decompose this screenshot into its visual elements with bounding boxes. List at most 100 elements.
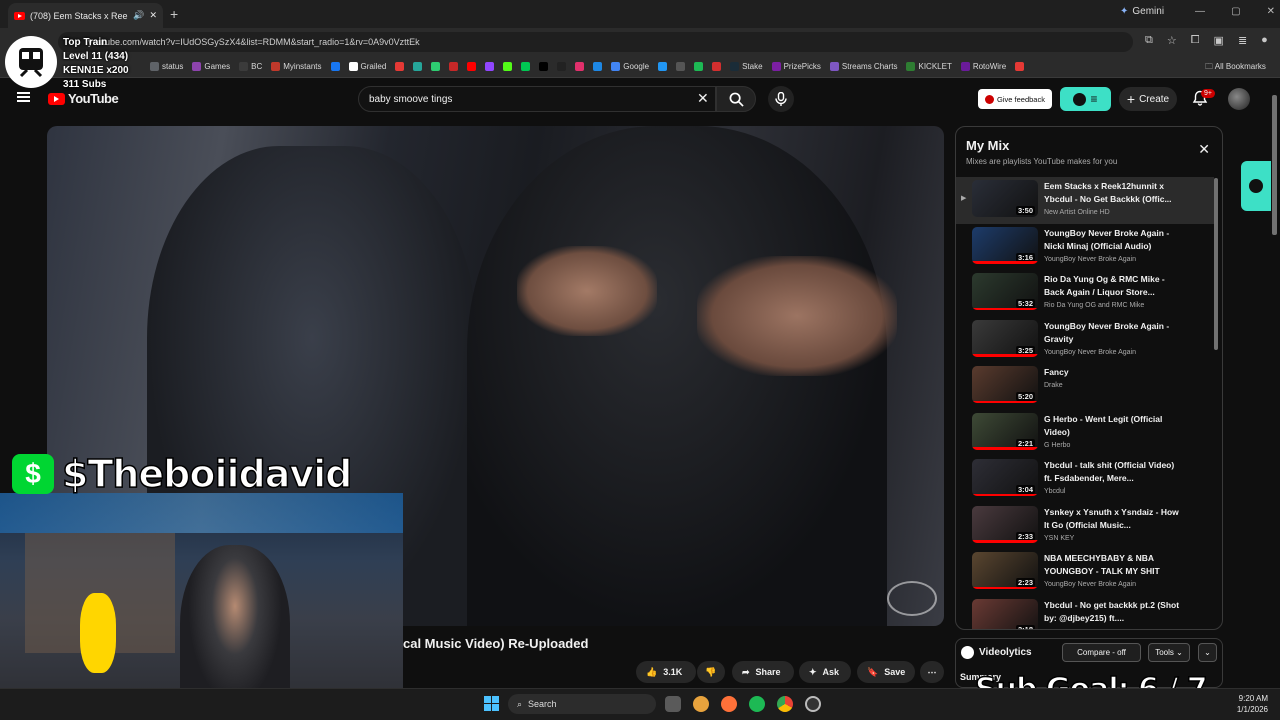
bookmark-item[interactable] xyxy=(593,62,603,71)
bookmark-item[interactable]: status xyxy=(150,62,183,71)
bookmark-item[interactable]: Streams Charts xyxy=(829,62,897,71)
address-bar[interactable]: youtube.com/watch?v=IUdOSGySzX4&list=RDM… xyxy=(58,32,1133,52)
videolytics-logo: Videolytics xyxy=(961,646,1032,659)
taskbar-search[interactable]: ⌕ Search xyxy=(508,694,656,714)
speaker-icon[interactable]: 🔊 xyxy=(133,10,144,21)
videolytics-side-button[interactable] xyxy=(1241,161,1271,211)
maximize-icon[interactable]: ▢ xyxy=(1231,6,1240,17)
bookmark-item[interactable]: Games xyxy=(192,62,230,71)
bookmark-item[interactable] xyxy=(330,62,340,71)
close-window-icon[interactable]: ✕ xyxy=(1267,6,1275,17)
account-avatar[interactable] xyxy=(1228,88,1250,110)
hype-train-widget: Top Train Level 11 (434) KENN1E x200 311… xyxy=(5,36,129,92)
firefox-icon[interactable] xyxy=(721,696,737,712)
bookmark-item[interactable]: Google xyxy=(611,62,649,71)
bookmark-item[interactable] xyxy=(431,62,441,71)
video-thumbnail: 2:23 xyxy=(972,552,1038,589)
clear-search-icon[interactable]: ✕ xyxy=(697,90,709,107)
install-app-icon[interactable]: ⧉ xyxy=(1145,34,1153,47)
bookmark-item[interactable]: KICKLET xyxy=(906,62,952,71)
like-button[interactable]: 👍 3.1K xyxy=(636,661,696,683)
voice-search-button[interactable] xyxy=(768,86,794,112)
gemini-button[interactable]: ✦ Gemini xyxy=(1120,6,1164,17)
mix-list-item[interactable]: 2:33 Ysnkey x Ysnuth x Ysndaiz - How It G… xyxy=(956,503,1214,550)
give-feedback-button[interactable]: Give feedback xyxy=(978,89,1052,109)
mix-list-item[interactable]: 5:32 Rio Da Yung Og & RMC Mike - Back Aga… xyxy=(956,270,1214,317)
save-button[interactable]: 🔖 Save xyxy=(857,661,915,683)
videolytics-toggle-button[interactable]: ≡ xyxy=(1060,87,1111,111)
ask-button[interactable]: ✦ Ask xyxy=(799,661,851,683)
profile-icon[interactable]: ● xyxy=(1261,34,1268,47)
youtube-logo[interactable]: YouTube xyxy=(48,91,119,106)
file-explorer-icon[interactable] xyxy=(693,696,709,712)
create-button[interactable]: + Create xyxy=(1119,87,1177,111)
more-actions-button[interactable]: ⋯ xyxy=(920,661,944,683)
bookmark-favicon-icon xyxy=(239,62,249,71)
mix-item-channel: YSN KEY xyxy=(1044,534,1075,542)
page-scrollbar[interactable] xyxy=(1272,95,1277,235)
bookmark-item[interactable]: BC xyxy=(239,62,262,71)
hamburger-menu-icon[interactable] xyxy=(17,92,30,102)
side-panel-icon[interactable]: ▣ xyxy=(1214,34,1224,47)
collapse-panel-button[interactable]: ⌄ xyxy=(1198,643,1217,662)
mix-item-channel: Drake xyxy=(1044,382,1063,389)
train-icon xyxy=(5,36,57,88)
bookmark-favicon-icon xyxy=(658,62,668,71)
bookmark-item[interactable] xyxy=(539,62,549,71)
all-bookmarks-button[interactable]: 🗀 All Bookmarks xyxy=(1205,61,1266,75)
bookmark-item[interactable] xyxy=(557,62,567,71)
bookmark-item[interactable] xyxy=(658,62,668,71)
bookmark-item[interactable]: RotoWire xyxy=(960,62,1006,71)
thumbs-down-icon: 👎 xyxy=(705,666,717,677)
bookmark-item[interactable] xyxy=(395,62,405,71)
mix-list-item[interactable]: 2:23 NBA MEECHYBABY & NBA YOUNGBOY - TALK… xyxy=(956,549,1214,596)
bookmark-item[interactable]: Myinstants xyxy=(271,62,322,71)
bookmark-item[interactable]: Grailed xyxy=(348,62,386,71)
compare-toggle[interactable]: Compare - off xyxy=(1062,643,1141,662)
search-input[interactable]: baby smoove tings xyxy=(358,86,716,112)
search-button[interactable] xyxy=(716,86,756,112)
mix-list-item[interactable]: 3:04 Ybcdul - talk shit (Official Video) … xyxy=(956,456,1214,503)
bookmark-item[interactable] xyxy=(521,62,531,71)
mix-item-channel: G Herbo xyxy=(1044,441,1071,449)
bookmark-item[interactable] xyxy=(413,62,423,71)
bookmark-item[interactable]: PrizePicks xyxy=(771,62,821,71)
bookmark-star-icon[interactable]: ☆ xyxy=(1167,34,1177,47)
videolytics-logo-icon xyxy=(1073,92,1087,106)
mix-list-item[interactable]: ▶ 3:50 Eem Stacks x Reek12hunnit x Ybcdul … xyxy=(956,177,1214,224)
taskbar-search-label: Search xyxy=(528,699,557,709)
extensions-icon[interactable]: ⧠ xyxy=(1191,34,1200,47)
system-clock[interactable]: 9:20 AM 1/1/2026 xyxy=(1218,693,1268,715)
close-mix-icon[interactable]: ✕ xyxy=(1198,141,1210,158)
bookmark-item[interactable] xyxy=(467,62,477,71)
mix-scrollbar[interactable] xyxy=(1214,178,1218,350)
bookmark-item[interactable] xyxy=(503,62,513,71)
bookmark-item[interactable] xyxy=(575,62,585,71)
browser-tab[interactable]: (708) Eem Stacks x Reek12h... 🔊 ✕ xyxy=(8,3,163,28)
chevron-down-icon: ⌄ xyxy=(1204,648,1211,657)
bookmark-item[interactable] xyxy=(485,62,495,71)
bookmark-item[interactable] xyxy=(712,62,722,71)
obs-icon[interactable] xyxy=(805,696,821,712)
mix-list-item[interactable]: 3:25 YoungBoy Never Broke Again - Gravity… xyxy=(956,317,1214,364)
new-tab-button[interactable]: + xyxy=(170,6,178,22)
tab-close-icon[interactable]: ✕ xyxy=(149,10,157,21)
share-button[interactable]: ➦ Share xyxy=(732,661,794,683)
task-view-icon[interactable] xyxy=(665,696,681,712)
tab-search-icon[interactable]: ≣ xyxy=(1238,34,1247,47)
bookmark-item[interactable] xyxy=(1015,62,1025,71)
mix-list-item[interactable]: 2:21 G Herbo - Went Legit (Official Video… xyxy=(956,410,1214,457)
tools-dropdown[interactable]: Tools ⌄ xyxy=(1148,643,1190,662)
bookmark-item[interactable] xyxy=(676,62,686,71)
chrome-icon[interactable] xyxy=(777,696,793,712)
bookmark-item[interactable]: Stake xyxy=(730,62,763,71)
bookmark-item[interactable] xyxy=(694,62,704,71)
minimize-icon[interactable]: — xyxy=(1195,6,1205,17)
mix-list-item[interactable]: 5:20 Fancy Drake xyxy=(956,363,1214,410)
dislike-button[interactable]: 👎 xyxy=(697,661,725,683)
spotify-icon[interactable] xyxy=(749,696,765,712)
windows-start-icon[interactable] xyxy=(484,696,499,711)
bookmark-item[interactable] xyxy=(449,62,459,71)
mix-list-item[interactable]: 3:16 YoungBoy Never Broke Again - Nicki M… xyxy=(956,224,1214,271)
mix-list-item[interactable]: 2:18 Ybcdul - No get backkk pt.2 (Shot by… xyxy=(956,596,1214,629)
